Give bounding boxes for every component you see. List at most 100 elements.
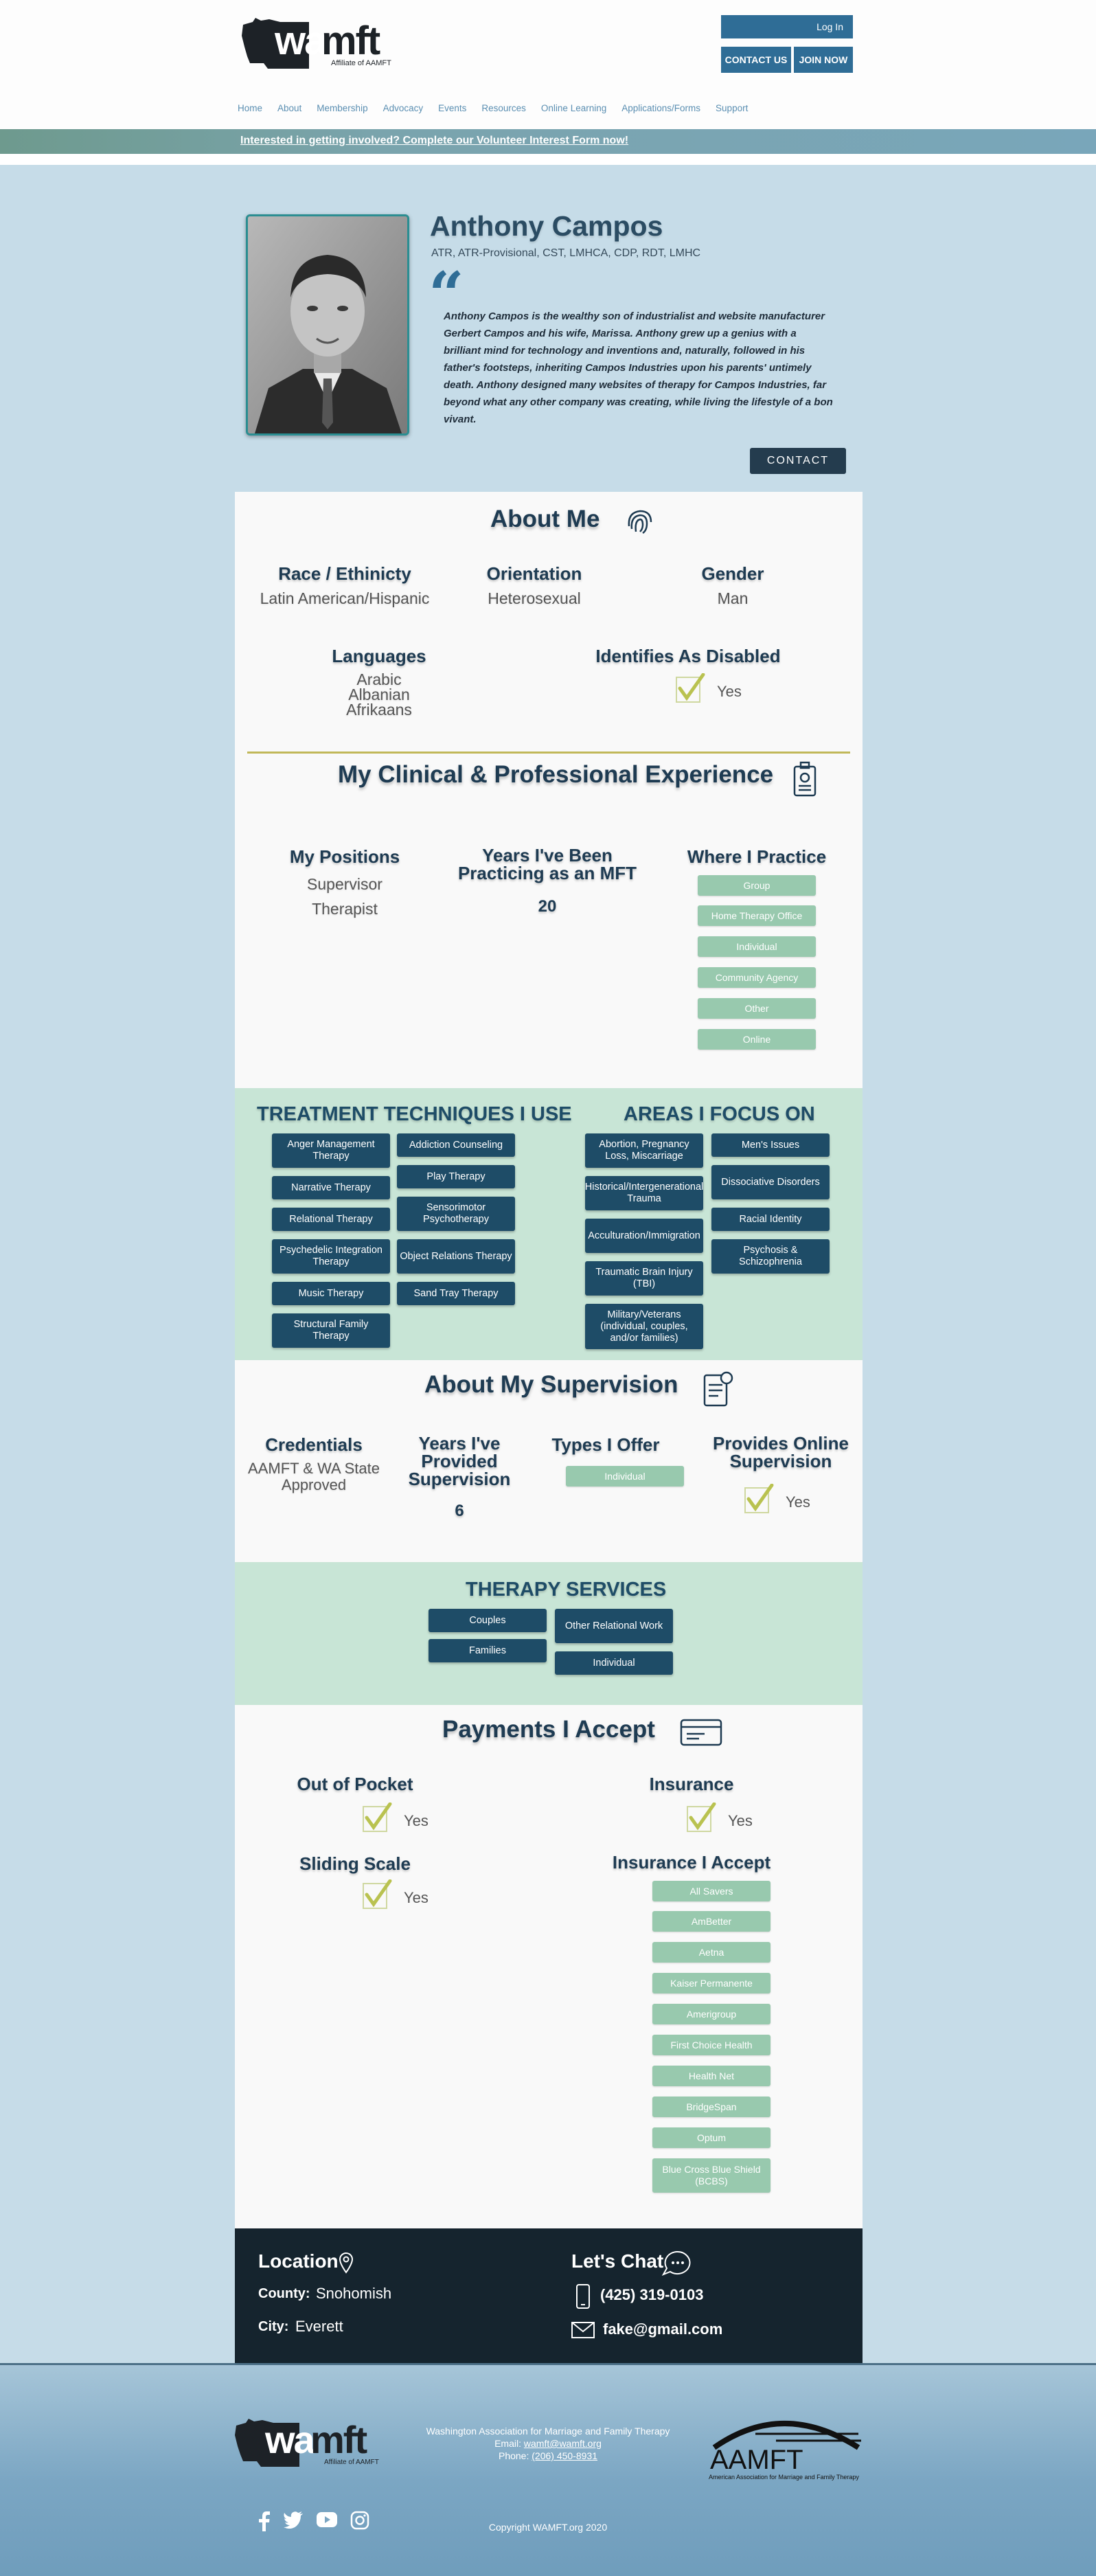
insurer-tag: Kaiser Permanente	[652, 1973, 770, 1993]
nav-item-applications-forms[interactable]: Applications/Forms	[621, 103, 700, 113]
email-address[interactable]: fake@gmail.com	[603, 2320, 722, 2338]
years-supervision-label-3: Supervision	[408, 1469, 511, 1489]
city-value: Everett	[295, 2318, 343, 2335]
practice-tag-home-office: Home Therapy Office	[698, 905, 816, 926]
twitter-icon[interactable]	[283, 2511, 304, 2529]
checkmark-icon	[687, 1803, 716, 1832]
instagram-icon[interactable]	[350, 2511, 369, 2530]
languages-label: Languages	[332, 646, 426, 666]
service-tag-other-relational: Other Relational Work	[555, 1609, 673, 1643]
aamft-text: AAMFT	[710, 2445, 803, 2475]
footer-logo-tagline: Affiliate of AAMFT	[324, 2459, 379, 2466]
footer-email-key: Email:	[494, 2438, 521, 2449]
online-supervision-label-2: Supervision	[729, 1451, 832, 1471]
experience-title: My Clinical & Professional Experience	[338, 761, 774, 788]
credit-card-icon	[680, 1719, 722, 1746]
insurer-tag: Health Net	[652, 2066, 770, 2086]
technique-tag: Sand Tray Therapy	[397, 1282, 515, 1305]
phone-icon	[576, 2284, 590, 2309]
insurance-accept-label: Insurance I Accept	[612, 1852, 771, 1873]
race-value: Latin American/Hispanic	[260, 589, 430, 607]
focus-tag: Military/Veterans (individual, couples, …	[585, 1304, 703, 1349]
contact-us-button[interactable]: CONTACT US	[721, 47, 791, 73]
county-value: Snohomish	[316, 2285, 392, 2302]
wamft-logo[interactable]: wa mft Affiliate of AAMFT	[240, 15, 405, 71]
profile-credentials: ATR, ATR-Provisional, CST, LMHCA, CDP, R…	[431, 247, 701, 259]
footer-wamft-logo[interactable]: wa mft Affiliate of AAMFT	[233, 2416, 391, 2470]
about-me-title: About Me	[490, 506, 600, 532]
profile-name: Anthony Campos	[430, 210, 663, 242]
techniques-title: TREATMENT TECHNIQUES I USE	[257, 1103, 572, 1125]
facebook-icon[interactable]	[257, 2511, 271, 2531]
nav-item-membership[interactable]: Membership	[317, 103, 367, 113]
nav-item-support[interactable]: Support	[716, 103, 748, 113]
about-me-section: About Me Race / Ethinicty Latin American…	[235, 492, 863, 1088]
focus-tag: Abortion, Pregnancy Loss, Miscarriage	[585, 1133, 703, 1168]
years-practicing-label-1: Years I've Been	[482, 845, 613, 866]
nav-item-online-learning[interactable]: Online Learning	[541, 103, 606, 113]
footer-org-name: Washington Association for Marriage and …	[426, 2426, 670, 2437]
nav-item-home[interactable]: Home	[238, 103, 262, 113]
therapy-services-section: THERAPY SERVICES Couples Families Other …	[235, 1562, 863, 1705]
insurer-tag: Aetna	[652, 1942, 770, 1963]
aamft-tagline: American Association for Marriage and Fa…	[709, 2474, 859, 2481]
nav-item-about[interactable]: About	[277, 103, 301, 113]
volunteer-banner-link[interactable]: Interested in getting involved? Complete…	[240, 135, 628, 147]
technique-tag: Structural Family Therapy	[272, 1313, 390, 1348]
section-divider	[247, 752, 850, 754]
focus-tag: Psychosis & Schizophrenia	[711, 1239, 830, 1274]
county-key: County:	[258, 2286, 310, 2301]
youtube-icon[interactable]	[316, 2511, 338, 2529]
technique-tag: Addiction Counseling	[397, 1133, 515, 1157]
insurer-tag: First Choice Health	[652, 2035, 770, 2055]
footer-phone-line: Phone: (206) 450-8931	[385, 2450, 711, 2461]
footer-aamft-logo[interactable]: AAMFT American Association for Marriage …	[707, 2413, 867, 2482]
language-arabic: Arabic	[356, 670, 402, 688]
supervision-title: About My Supervision	[424, 1371, 678, 1398]
sliding-scale-value: Yes	[404, 1889, 429, 1906]
gender-label: Gender	[701, 563, 764, 584]
technique-tag: Object Relations Therapy	[397, 1239, 515, 1274]
footer-email-link[interactable]: wamft@wamft.org	[524, 2438, 602, 2449]
practice-label: Where I Practice	[687, 846, 827, 867]
technique-tag: Music Therapy	[272, 1282, 390, 1305]
service-tag-couples: Couples	[429, 1609, 547, 1632]
out-of-pocket-label: Out of Pocket	[297, 1774, 413, 1794]
supervision-section: About My Supervision Credentials AAMFT &…	[235, 1360, 863, 1562]
language-albanian: Albanian	[348, 686, 410, 703]
insurance-value: Yes	[728, 1812, 753, 1829]
login-button[interactable]: Log In	[721, 15, 853, 38]
certificate-icon	[703, 1371, 733, 1407]
practice-tag-group: Group	[698, 875, 816, 896]
nav-item-events[interactable]: Events	[438, 103, 466, 113]
practice-tag-online: Online	[698, 1029, 816, 1050]
email-icon	[571, 2322, 595, 2338]
position-supervisor: Supervisor	[307, 875, 383, 893]
site-header: wa mft Affiliate of AAMFT Log In CONTACT…	[0, 0, 1096, 129]
city-key: City:	[258, 2319, 289, 2334]
credentials-label: Credentials	[265, 1434, 363, 1455]
out-of-pocket-value: Yes	[404, 1812, 429, 1829]
join-now-button[interactable]: JOIN NOW	[794, 47, 853, 73]
nav-item-resources[interactable]: Resources	[481, 103, 526, 113]
phone-number[interactable]: (425) 319-0103	[600, 2286, 703, 2304]
years-practicing-value: 20	[538, 897, 557, 916]
services-title: THERAPY SERVICES	[466, 1579, 667, 1601]
years-practicing-label-2: Practicing as an MFT	[457, 863, 637, 883]
profile-bio: Anthony Campos is the wealthy son of ind…	[444, 310, 833, 425]
footer-phone-link[interactable]: (206) 450-8931	[532, 2450, 597, 2461]
insurer-tag: All Savers	[652, 1881, 770, 1901]
technique-tag: Narrative Therapy	[272, 1176, 390, 1199]
contact-info-block: Location County: Snohomish City: Everett…	[235, 2228, 863, 2363]
nav-item-advocacy[interactable]: Advocacy	[383, 103, 424, 113]
insurer-tag: Blue Cross Blue Shield (BCBS)	[652, 2158, 770, 2193]
years-supervision-value: 6	[455, 1502, 464, 1520]
focus-tag: Acculturation/Immigration	[585, 1219, 703, 1253]
contact-button[interactable]: CONTACT	[750, 448, 846, 474]
practice-tag-other: Other	[698, 998, 816, 1019]
disabled-value: Yes	[717, 683, 742, 700]
focus-tag: Historical/Intergenerational Trauma	[585, 1176, 703, 1210]
fingerprint-icon	[628, 510, 652, 534]
focus-tag: Racial Identity	[711, 1208, 830, 1231]
insurer-tag: Amerigroup	[652, 2004, 770, 2024]
